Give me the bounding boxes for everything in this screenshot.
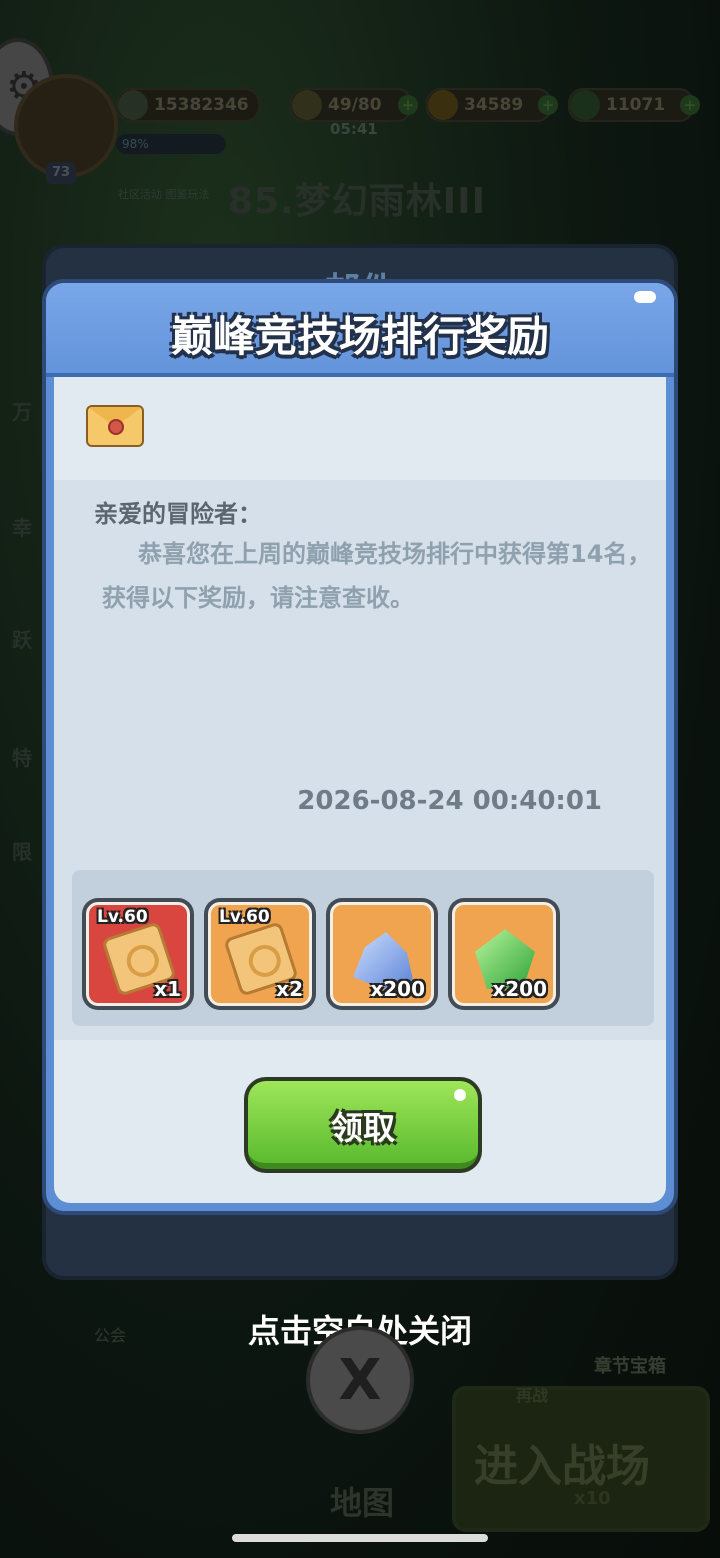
home-indicator[interactable] (232, 1534, 488, 1542)
reward-quantity: x1 (154, 977, 181, 1001)
reward-level: Lv.60 (97, 907, 148, 927)
claim-label: 领取 (330, 1109, 395, 1147)
header-shine (634, 291, 656, 303)
envelope-icon (86, 405, 144, 447)
reward-dialog: 巅峰竞技场排行奖励 亲爱的冒险者： 恭喜您在上周的巅峰竞技场排行中获得第14名，… (42, 279, 678, 1215)
reward-item[interactable]: x200 (448, 898, 560, 1010)
reward-list: Lv.60 x1 Lv.60 x2 x200 x200 (72, 870, 654, 1026)
reward-level: Lv.60 (219, 907, 270, 927)
greeting: 亲爱的冒险者： (94, 500, 262, 528)
reward-item[interactable]: Lv.60 x2 (204, 898, 316, 1010)
close-icon: X (338, 1348, 382, 1413)
reward-quantity: x200 (370, 977, 425, 1001)
close-button[interactable]: X (306, 1326, 414, 1434)
reward-item[interactable]: x200 (326, 898, 438, 1010)
reward-item[interactable]: Lv.60 x1 (82, 898, 194, 1010)
reward-quantity: x2 (276, 977, 303, 1001)
claim-button[interactable]: 领取 (244, 1077, 482, 1173)
dialog-body: 亲爱的冒险者： 恭喜您在上周的巅峰竞技场排行中获得第14名，获得以下奖励，请注意… (54, 377, 666, 1203)
dialog-title: 巅峰竞技场排行奖励 (170, 312, 549, 361)
reward-quantity: x200 (492, 977, 547, 1001)
button-shine (454, 1089, 466, 1101)
message-area: 亲爱的冒险者： 恭喜您在上周的巅峰竞技场排行中获得第14名，获得以下奖励，请注意… (54, 480, 666, 1040)
message-date: 2026-08-24 00:40:01 (297, 786, 602, 816)
message-text: 恭喜您在上周的巅峰竞技场排行中获得第14名，获得以下奖励，请注意查收。 (102, 540, 652, 612)
dialog-header: 巅峰竞技场排行奖励 (46, 283, 674, 377)
